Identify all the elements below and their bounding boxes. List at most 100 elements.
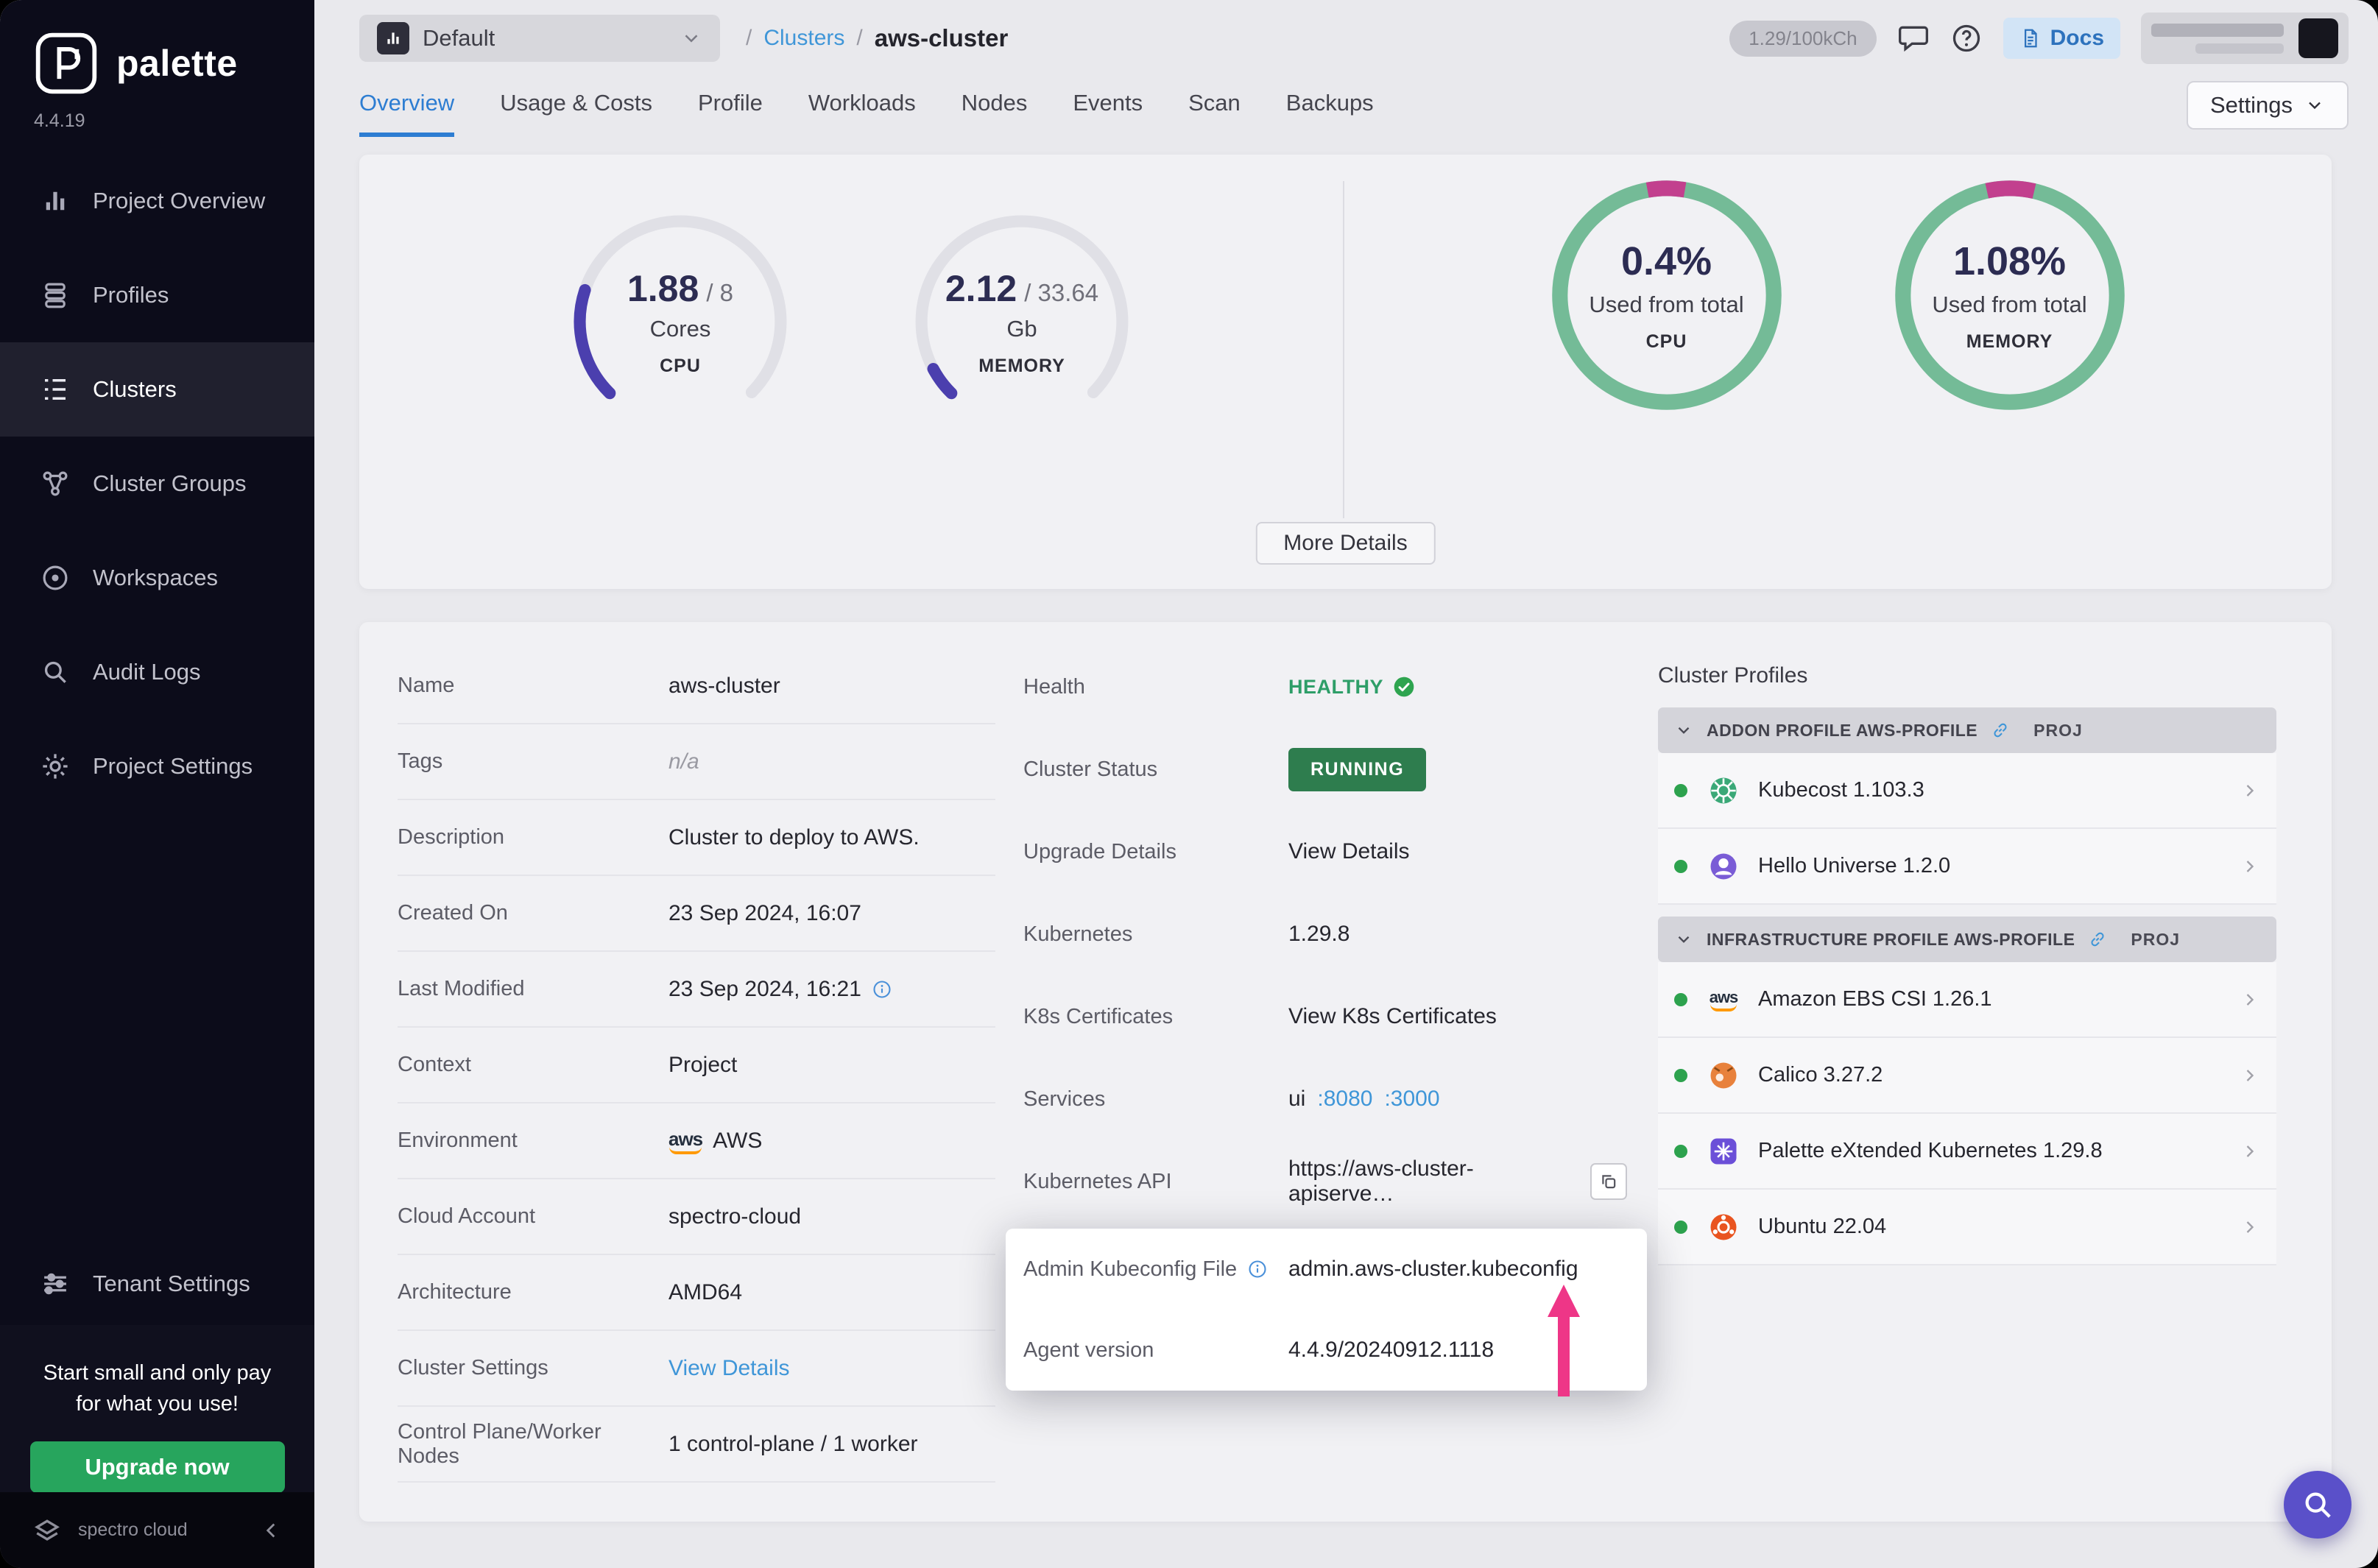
chat-icon[interactable] xyxy=(1897,22,1930,54)
detail-value: Cluster to deploy to AWS. xyxy=(668,824,920,850)
sidebar-item-audit-logs[interactable]: Audit Logs xyxy=(0,625,314,719)
target-icon xyxy=(40,562,71,593)
service-port-3000-link[interactable]: :3000 xyxy=(1384,1087,1439,1112)
addon-profile-section-header[interactable]: ADDON PROFILE AWS-PROFILE PROJ xyxy=(1658,707,2276,753)
cpu-gauge: 1.88 / 8 Cores CPU xyxy=(566,208,794,436)
status-label: Admin Kubeconfig File xyxy=(1023,1257,1238,1281)
sidebar-item-label: Project Overview xyxy=(93,188,266,213)
sidebar-item-project-settings[interactable]: Project Settings xyxy=(0,719,314,813)
profile-item-calico[interactable]: Calico 3.27.2 xyxy=(1658,1038,2276,1114)
section-header-label: INFRASTRUCTURE PROFILE AWS-PROFILE xyxy=(1707,929,2075,949)
service-name: ui xyxy=(1288,1087,1306,1111)
running-status-badge[interactable]: RUNNING xyxy=(1288,747,1427,791)
upgrade-view-details-link[interactable]: View Details xyxy=(1288,839,1410,864)
tab-workloads[interactable]: Workloads xyxy=(808,90,916,137)
main-content: Default / Clusters / aws-cluster 1.29/10… xyxy=(314,0,2378,1568)
detail-row-environment: Environment aws AWS xyxy=(398,1103,995,1179)
cluster-profiles-title: Cluster Profiles xyxy=(1658,663,1808,688)
chevron-right-icon xyxy=(2240,856,2260,877)
status-label: K8s Certificates xyxy=(1023,1004,1174,1028)
cpu-usage-caption: Used from total xyxy=(1589,291,1744,317)
memory-gauge-label: MEMORY xyxy=(978,355,1065,376)
sidebar-item-project-overview[interactable]: Project Overview xyxy=(0,154,314,248)
profile-item-amazon-ebs-csi[interactable]: aws Amazon EBS CSI 1.26.1 xyxy=(1658,962,2276,1038)
detail-value: 1 control-plane / 1 worker xyxy=(668,1431,918,1456)
cluster-status-column: Health HEALTHY Cluster Status RUNNING Up… xyxy=(1023,646,1627,1223)
health-status-value: HEALTHY xyxy=(1288,675,1383,698)
memory-gauge: 2.12 / 33.64 Gb MEMORY xyxy=(908,208,1136,436)
infrastructure-profile-section-header[interactable]: INFRASTRUCTURE PROFILE AWS-PROFILE PROJ xyxy=(1658,917,2276,962)
detail-label: Environment xyxy=(398,1129,518,1152)
search-fab-button[interactable] xyxy=(2284,1471,2351,1539)
tab-overview[interactable]: Overview xyxy=(359,90,455,137)
tab-nodes[interactable]: Nodes xyxy=(962,90,1028,137)
profile-item-hello-universe[interactable]: Hello Universe 1.2.0 xyxy=(1658,829,2276,905)
upgrade-promo-panel: Start small and only pay for what you us… xyxy=(0,1325,314,1494)
palette-app: palette 4.4.19 Project Overview Profiles… xyxy=(0,0,2378,1568)
cpu-usage-ring: 0.4% Used from total CPU xyxy=(1545,174,1788,417)
detail-row-nodes: Control Plane/Worker Nodes 1 control-pla… xyxy=(398,1407,995,1483)
tab-usage-costs[interactable]: Usage & Costs xyxy=(500,90,652,137)
status-label: Services xyxy=(1023,1087,1106,1111)
detail-label: Cluster Settings xyxy=(398,1356,548,1380)
sidebar-item-label: Profiles xyxy=(93,282,169,308)
settings-button-label: Settings xyxy=(2209,92,2293,118)
sidebar-item-label: Project Settings xyxy=(93,753,253,779)
sidebar-nav: Project Overview Profiles Clusters Clust… xyxy=(0,154,314,813)
tab-events[interactable]: Events xyxy=(1073,90,1143,137)
hello-universe-icon xyxy=(1708,851,1739,882)
sidebar-item-cluster-groups[interactable]: Cluster Groups xyxy=(0,437,314,531)
sidebar-item-clusters[interactable]: Clusters xyxy=(0,342,314,437)
service-port-8080-link[interactable]: :8080 xyxy=(1317,1087,1372,1112)
topbar-actions: 1.29/100kCh Docs xyxy=(1729,13,2349,64)
status-label: Kubernetes API xyxy=(1023,1169,1172,1193)
proj-badge: PROJ xyxy=(2033,720,2083,740)
status-row-health: Health HEALTHY xyxy=(1023,646,1627,728)
profile-item-name: Ubuntu 22.04 xyxy=(1758,1215,1887,1238)
profile-item-ubuntu[interactable]: Ubuntu 22.04 xyxy=(1658,1190,2276,1265)
collapse-sidebar-icon[interactable] xyxy=(258,1518,283,1543)
detail-row-architecture: Architecture AMD64 xyxy=(398,1255,995,1331)
more-details-button[interactable]: More Details xyxy=(1255,522,1436,565)
profile-item-palette-extended-kubernetes[interactable]: Palette eXtended Kubernetes 1.29.8 xyxy=(1658,1114,2276,1190)
copy-icon[interactable] xyxy=(1590,1163,1627,1200)
tab-profile[interactable]: Profile xyxy=(698,90,763,137)
detail-value: 23 Sep 2024, 16:07 xyxy=(668,900,861,925)
sidebar-item-workspaces[interactable]: Workspaces xyxy=(0,531,314,625)
info-icon[interactable] xyxy=(872,979,892,1000)
status-label: Cluster Status xyxy=(1023,757,1158,781)
sidebar-item-tenant-settings[interactable]: Tenant Settings xyxy=(0,1237,314,1331)
memory-usage-label: MEMORY xyxy=(1966,331,2053,352)
cluster-settings-view-details-link[interactable]: View Details xyxy=(668,1356,790,1381)
breadcrumb-clusters-link[interactable]: Clusters xyxy=(763,26,844,51)
info-icon[interactable] xyxy=(1247,1259,1268,1279)
help-icon[interactable] xyxy=(1950,22,1983,54)
view-k8s-certificates-link[interactable]: View K8s Certificates xyxy=(1288,1004,1497,1029)
admin-kubeconfig-download-link[interactable]: admin.aws-cluster.kubeconfig xyxy=(1288,1257,1578,1282)
detail-row-cloud-account: Cloud Account spectro-cloud xyxy=(398,1179,995,1255)
sidebar-item-label: Clusters xyxy=(93,376,177,402)
cpu-usage-percent: 0.4% xyxy=(1620,239,1712,283)
spectro-cloud-logo-icon xyxy=(31,1514,63,1547)
memory-usage-ring: 1.08% Used from total MEMORY xyxy=(1888,174,2131,417)
memory-unit: Gb xyxy=(1006,315,1037,342)
status-label: Health xyxy=(1023,674,1085,699)
check-circle-icon xyxy=(1392,675,1416,699)
sidebar-item-label: Cluster Groups xyxy=(93,470,247,496)
project-selector-dropdown[interactable]: Default xyxy=(359,15,720,62)
detail-row-name: Name aws-cluster xyxy=(398,649,995,724)
tab-scan[interactable]: Scan xyxy=(1188,90,1241,137)
tab-backups[interactable]: Backups xyxy=(1286,90,1374,137)
settings-button[interactable]: Settings xyxy=(2186,81,2349,130)
palette-logo: palette xyxy=(0,0,314,97)
detail-value: n/a xyxy=(668,749,699,774)
breadcrumb: / Clusters / aws-cluster xyxy=(746,15,1008,62)
sidebar-item-profiles[interactable]: Profiles xyxy=(0,248,314,342)
gear-icon xyxy=(40,751,71,782)
avatar[interactable] xyxy=(2298,18,2338,58)
section-header-label: ADDON PROFILE AWS-PROFILE xyxy=(1707,720,1978,740)
upgrade-now-button[interactable]: Upgrade now xyxy=(29,1441,285,1494)
docs-button[interactable]: Docs xyxy=(2003,18,2120,59)
profile-item-kubecost[interactable]: Kubecost 1.103.3 xyxy=(1658,753,2276,829)
link-icon xyxy=(1991,721,2010,740)
